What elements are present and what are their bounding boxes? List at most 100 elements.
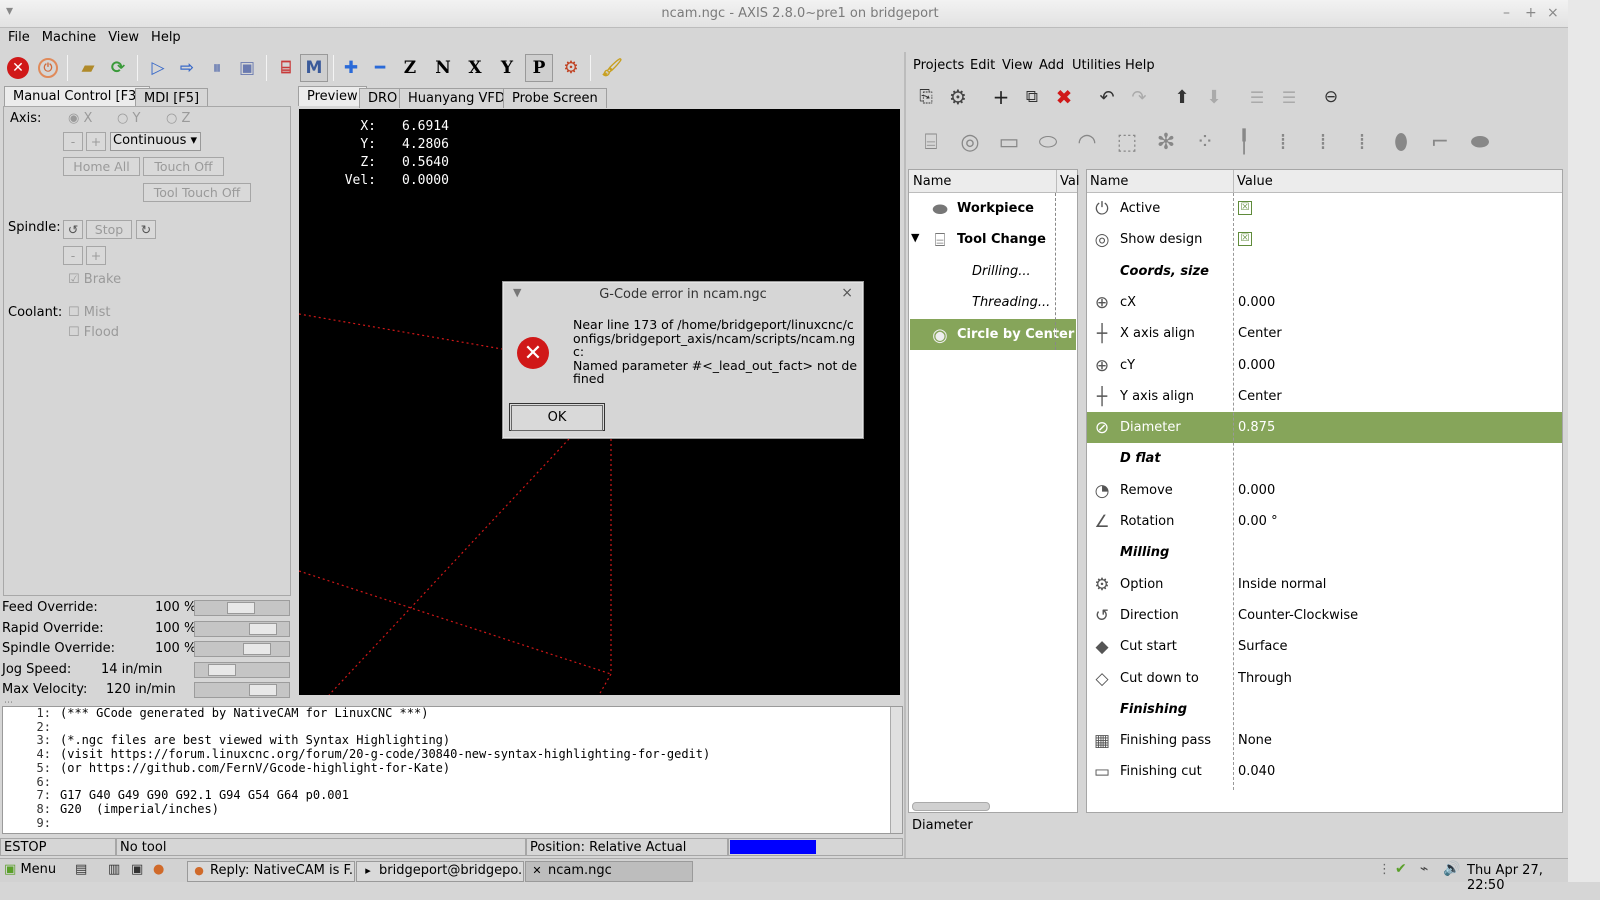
tree-item-workpiece[interactable]: ⬬ Workpiece bbox=[910, 193, 1076, 224]
add-icon[interactable]: + bbox=[984, 80, 1018, 114]
drill-line-icon[interactable]: ⁞ bbox=[1306, 125, 1340, 159]
spindle-cw-icon[interactable]: ↻ bbox=[136, 220, 156, 239]
menu-view[interactable]: View bbox=[102, 30, 145, 45]
circular-pattern-icon[interactable]: ✻ bbox=[1149, 125, 1183, 159]
tree-col-name[interactable]: Name bbox=[913, 174, 951, 189]
duplicate-icon[interactable]: ⧉ bbox=[1015, 80, 1049, 114]
menu-edit[interactable]: Edit bbox=[970, 58, 995, 73]
view-z-icon[interactable]: Z bbox=[396, 54, 424, 82]
spindle-stop-button[interactable]: Stop bbox=[86, 220, 132, 239]
home-all-button[interactable]: Home All bbox=[63, 157, 140, 176]
volume-icon[interactable]: 🔊 bbox=[1443, 861, 1460, 877]
property-row-y-axis-align[interactable]: ┼ Y axis align Center bbox=[1087, 381, 1562, 412]
clear-plot-icon[interactable]: 🖌 bbox=[598, 54, 626, 82]
axis-radio-x[interactable]: ◉ X bbox=[68, 111, 92, 126]
zoom-in-icon[interactable]: ✚ bbox=[337, 54, 365, 82]
property-row-x-axis-align[interactable]: ┼ X axis align Center bbox=[1087, 318, 1562, 349]
shield-icon[interactable]: ✔ bbox=[1395, 861, 1407, 877]
menu-utilities[interactable]: Utilities bbox=[1072, 58, 1121, 73]
open-file-icon[interactable]: ▰ bbox=[74, 54, 102, 82]
property-row-show-design[interactable]: ◎ Show design ☒ bbox=[1087, 224, 1562, 255]
view-x-icon[interactable]: X bbox=[461, 54, 489, 82]
property-row-active[interactable]: ⏻ Active ☒ bbox=[1087, 193, 1562, 224]
window-titlebar[interactable]: ▾ ncam.ngc - AXIS 2.8.0~pre1 on bridgepo… bbox=[0, 0, 1600, 28]
tab-manual-control[interactable]: Manual Control [F3] bbox=[4, 86, 151, 106]
tab-probe-screen[interactable]: Probe Screen bbox=[503, 88, 607, 108]
show-desktop-icon[interactable]: ▤ bbox=[75, 862, 87, 877]
tap-icon[interactable]: ⌐ bbox=[1423, 125, 1457, 159]
mist-checkbox[interactable]: ☐ Mist bbox=[68, 305, 111, 320]
jog-mode-select[interactable]: Continuous ▾ bbox=[110, 132, 201, 151]
pane-divider[interactable] bbox=[904, 52, 906, 858]
tab-preview[interactable]: Preview bbox=[298, 86, 367, 106]
flood-checkbox[interactable]: ☐ Flood bbox=[68, 325, 119, 340]
property-row-finishing-pass[interactable]: ▦ Finishing pass None bbox=[1087, 725, 1562, 756]
terminal-launcher-icon[interactable]: ▣ bbox=[131, 862, 143, 877]
tool-change-feature-icon[interactable]: ⌸ bbox=[914, 125, 948, 159]
move-up-icon[interactable]: ⬆ bbox=[1165, 80, 1199, 114]
task-ncam[interactable]: ✕ ncam.ngc bbox=[525, 861, 693, 882]
ok-button[interactable]: OK bbox=[509, 403, 605, 431]
brake-checkbox[interactable]: ☑ Brake bbox=[68, 272, 121, 287]
machine-power-button[interactable]: ⏻ bbox=[34, 54, 62, 82]
firefox-launcher-icon[interactable]: ● bbox=[153, 862, 164, 877]
arc-slot-feature-icon[interactable]: ◠ bbox=[1070, 125, 1104, 159]
drill-icon[interactable]: ╿ bbox=[1227, 125, 1261, 159]
property-row-milling[interactable]: Milling bbox=[1087, 537, 1562, 568]
jog-speed-slider[interactable] bbox=[194, 662, 290, 678]
menu-projects[interactable]: Projects bbox=[913, 58, 964, 73]
property-row-finishing-cut[interactable]: ▭ Finishing cut 0.040 bbox=[1087, 756, 1562, 787]
property-row-d-flat[interactable]: D flat bbox=[1087, 443, 1562, 474]
gcode-listing[interactable]: 1: (*** GCode generated by NativeCAM for … bbox=[2, 706, 903, 834]
surface-icon[interactable]: ⬬ bbox=[1463, 125, 1497, 159]
slot-feature-icon[interactable]: ⬭ bbox=[1031, 125, 1065, 159]
tab-huanyang-vfd[interactable]: Huanyang VFD bbox=[399, 88, 514, 108]
estop-button[interactable]: ✕ bbox=[4, 54, 32, 82]
gcode-scrollbar[interactable] bbox=[890, 707, 902, 833]
checkbox-checked-icon[interactable]: ☒ bbox=[1238, 199, 1252, 215]
clock[interactable]: Thu Apr 27, 22:50 bbox=[1467, 863, 1568, 893]
menu-file[interactable]: File bbox=[2, 30, 36, 45]
slider-thumb[interactable] bbox=[249, 623, 277, 635]
move-down-icon[interactable]: ⬇ bbox=[1197, 80, 1231, 114]
stop-icon[interactable]: ▣ bbox=[233, 54, 261, 82]
slider-thumb[interactable] bbox=[243, 643, 271, 655]
menu-ncam-view[interactable]: View bbox=[1002, 58, 1033, 73]
optional-stop-icon[interactable]: M bbox=[300, 54, 328, 82]
menu-machine[interactable]: Machine bbox=[36, 30, 102, 45]
task-terminal[interactable]: ▸ bridgeport@bridgepo... bbox=[356, 861, 524, 882]
spindle-override-slider[interactable] bbox=[194, 641, 290, 657]
property-row-diameter[interactable]: ⊘ Diameter 0.875 bbox=[1087, 412, 1562, 444]
checkbox-checked-icon[interactable]: ☒ bbox=[1238, 230, 1252, 247]
zoom-out-icon[interactable]: ━ bbox=[366, 54, 394, 82]
settings-gear-icon[interactable]: ⚙ bbox=[941, 80, 975, 114]
thread-icon[interactable]: ⬮ bbox=[1384, 125, 1418, 159]
slider-thumb[interactable] bbox=[249, 684, 277, 696]
property-row-cy[interactable]: ⊕ cY 0.000 bbox=[1087, 350, 1562, 381]
delete-icon[interactable]: ✖ bbox=[1047, 80, 1081, 114]
undo-icon[interactable]: ↶ bbox=[1090, 80, 1124, 114]
tree-item-drilling[interactable]: Drilling... bbox=[910, 256, 1076, 287]
close-button[interactable]: × bbox=[1547, 5, 1559, 21]
property-row-direction[interactable]: ↺ Direction Counter-Clockwise bbox=[1087, 600, 1562, 631]
files-launcher-icon[interactable]: ▥ bbox=[108, 862, 120, 877]
tree-col-val[interactable]: Val bbox=[1060, 174, 1079, 189]
jog-minus-button[interactable]: - bbox=[63, 132, 83, 151]
property-row-option[interactable]: ⚙ Option Inside normal bbox=[1087, 569, 1562, 600]
tree-hscrollbar[interactable] bbox=[912, 802, 990, 811]
property-row-rotation[interactable]: ∠ Rotation 0.00 ° bbox=[1087, 506, 1562, 537]
maximize-button[interactable]: + bbox=[1525, 5, 1537, 21]
spindle-ccw-icon[interactable]: ↺ bbox=[63, 220, 83, 239]
grid-pattern-icon[interactable]: ⁘ bbox=[1188, 125, 1222, 159]
pattern-feature-icon[interactable]: ⬚ bbox=[1110, 125, 1144, 159]
view-y-icon[interactable]: Y bbox=[493, 54, 521, 82]
property-row-coords-size[interactable]: Coords, size bbox=[1087, 256, 1562, 287]
menu-help[interactable]: Help bbox=[145, 30, 187, 45]
slider-thumb[interactable] bbox=[227, 602, 255, 614]
zoom-out-icon[interactable]: ⊖ bbox=[1314, 80, 1348, 114]
touch-off-button[interactable]: Touch Off bbox=[143, 157, 224, 176]
reload-icon[interactable]: ⟳ bbox=[104, 54, 132, 82]
rectangle-feature-icon[interactable]: ▭ bbox=[992, 125, 1026, 159]
spindle-plus-button[interactable]: + bbox=[86, 246, 106, 265]
drill-grid-icon[interactable]: ⁞ bbox=[1266, 125, 1300, 159]
